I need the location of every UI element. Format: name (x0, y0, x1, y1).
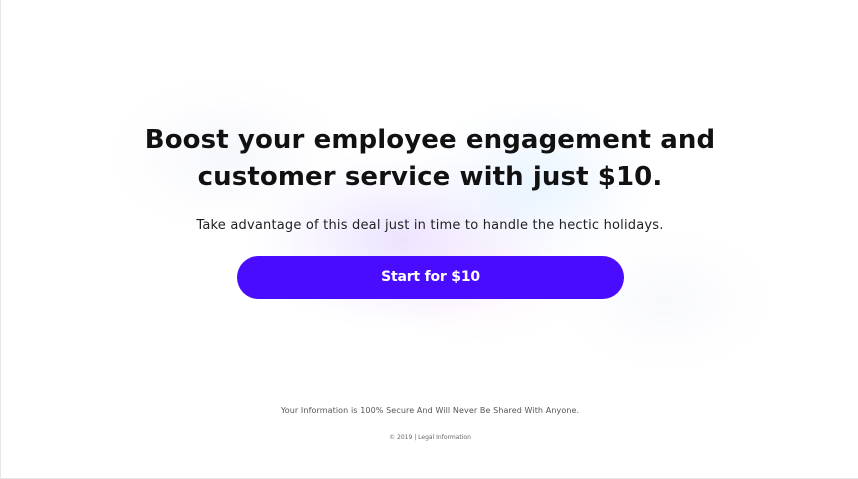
headline-line-2: customer service with just $10. (197, 162, 663, 192)
legal-information-link[interactable]: Legal Information (418, 434, 471, 441)
footer-copyright: © 2019 | Legal Information (1, 432, 858, 444)
landing-page: Boost your employee engagement and custo… (0, 0, 858, 479)
hero-headline: Boost your employee engagement and custo… (1, 122, 858, 196)
security-note: Your Information is 100% Secure And Will… (280, 406, 580, 415)
hero-subtitle: Take advantage of this deal just in time… (196, 218, 664, 233)
footer-separator: | (414, 434, 417, 441)
headline-line-1: Boost your employee engagement and (144, 125, 716, 155)
background-glow-gray-right (561, 230, 771, 370)
copyright-text: © 2019 (389, 434, 413, 441)
start-button[interactable]: Start for $10 (237, 256, 624, 299)
